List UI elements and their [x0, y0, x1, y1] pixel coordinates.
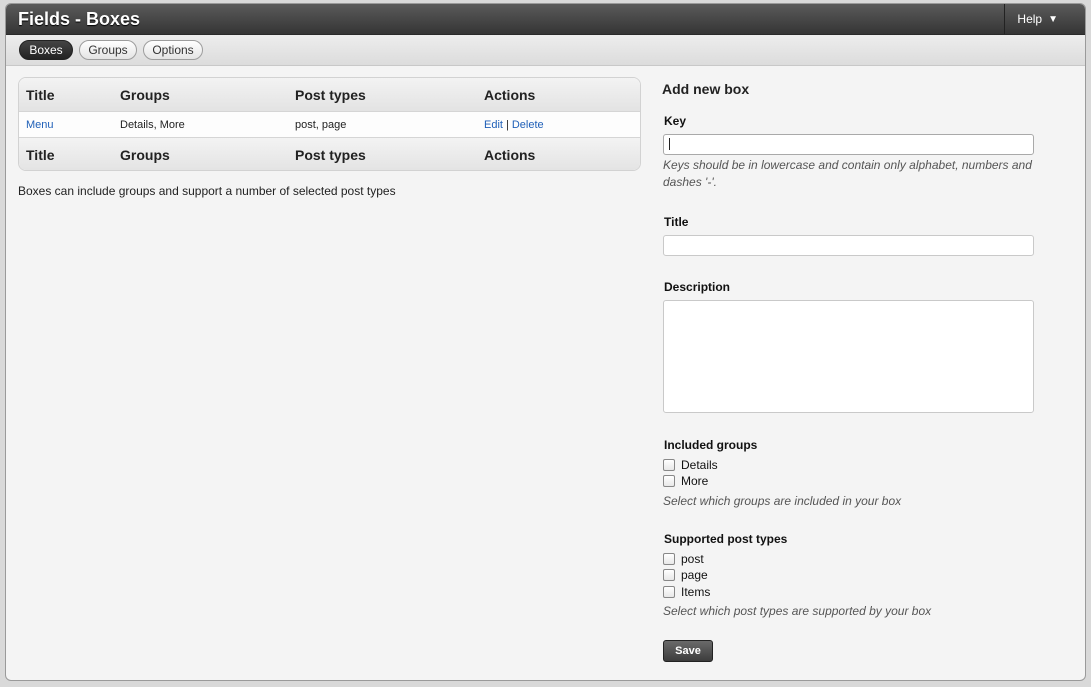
- details-label: Details: [681, 458, 718, 472]
- more-checkbox[interactable]: [663, 475, 675, 487]
- text-caret: [669, 138, 670, 150]
- title-bar: Fields - Boxes Help ▼: [6, 4, 1085, 35]
- tab-boxes[interactable]: Boxes: [19, 40, 73, 60]
- title-label: Title: [664, 215, 689, 229]
- action-separator: |: [505, 118, 509, 131]
- column-footer-groups: Groups: [120, 147, 170, 163]
- help-button[interactable]: Help ▼: [1004, 4, 1070, 34]
- page-title: Fields - Boxes: [18, 9, 141, 29]
- save-button[interactable]: Save: [663, 640, 713, 662]
- column-header-post-types: Post types: [295, 86, 366, 103]
- column-footer-post-types: Post types: [295, 147, 366, 163]
- description-label: Description: [664, 280, 731, 294]
- post-type-option-post[interactable]: post: [663, 552, 704, 566]
- box-title-link[interactable]: Menu: [26, 119, 54, 131]
- key-input[interactable]: [663, 134, 1034, 155]
- title-input[interactable]: [663, 235, 1034, 256]
- app-window: Fields - Boxes Help ▼ Boxes Groups Optio…: [5, 3, 1086, 681]
- included-groups-label: Included groups: [664, 438, 758, 452]
- post-type-option-items[interactable]: Items: [663, 585, 710, 599]
- table-row: Menu Details, More post, page Edit | Del…: [19, 112, 640, 137]
- box-post-types: post, page: [295, 118, 347, 131]
- items-label: Items: [681, 585, 711, 599]
- items-checkbox[interactable]: [663, 586, 675, 598]
- column-header-actions: Actions: [484, 86, 536, 103]
- column-footer-actions: Actions: [484, 147, 536, 163]
- column-header-title: Title: [26, 86, 55, 103]
- page-checkbox[interactable]: [663, 569, 675, 581]
- key-hint: Keys should be in lowercase and contain …: [663, 158, 1032, 189]
- groups-hint: Select which groups are included in your…: [663, 494, 902, 508]
- details-checkbox[interactable]: [663, 459, 675, 471]
- column-header-groups: Groups: [120, 86, 170, 103]
- more-label: More: [681, 474, 709, 488]
- post-type-option-page[interactable]: page: [663, 568, 708, 582]
- form-heading: Add new box: [662, 81, 750, 97]
- post-types-hint: Select which post types are supported by…: [663, 604, 932, 618]
- edit-link[interactable]: Edit: [484, 119, 503, 131]
- description-textarea[interactable]: [663, 300, 1034, 413]
- delete-link[interactable]: Delete: [512, 119, 544, 131]
- post-types-label: Supported post types: [664, 532, 788, 546]
- table-header: Title Groups Post types Actions: [19, 78, 640, 112]
- table-footer: Title Groups Post types Actions: [19, 137, 640, 170]
- post-label: post: [681, 552, 704, 566]
- boxes-table: Title Groups Post types Actions Menu Det…: [18, 77, 641, 171]
- tab-groups[interactable]: Groups: [79, 40, 137, 60]
- boxes-help-text: Boxes can include groups and support a n…: [18, 184, 396, 198]
- column-footer-title: Title: [26, 147, 55, 163]
- key-label: Key: [664, 114, 687, 128]
- tab-options[interactable]: Options: [143, 40, 203, 60]
- group-option-details[interactable]: Details: [663, 458, 718, 472]
- chevron-down-icon: ▼: [1048, 13, 1058, 25]
- page-label: page: [681, 568, 708, 582]
- post-checkbox[interactable]: [663, 553, 675, 565]
- help-label: Help: [1017, 12, 1043, 26]
- group-option-more[interactable]: More: [663, 474, 708, 488]
- tab-bar: Boxes Groups Options: [6, 35, 1085, 66]
- box-groups: Details, More: [120, 118, 185, 131]
